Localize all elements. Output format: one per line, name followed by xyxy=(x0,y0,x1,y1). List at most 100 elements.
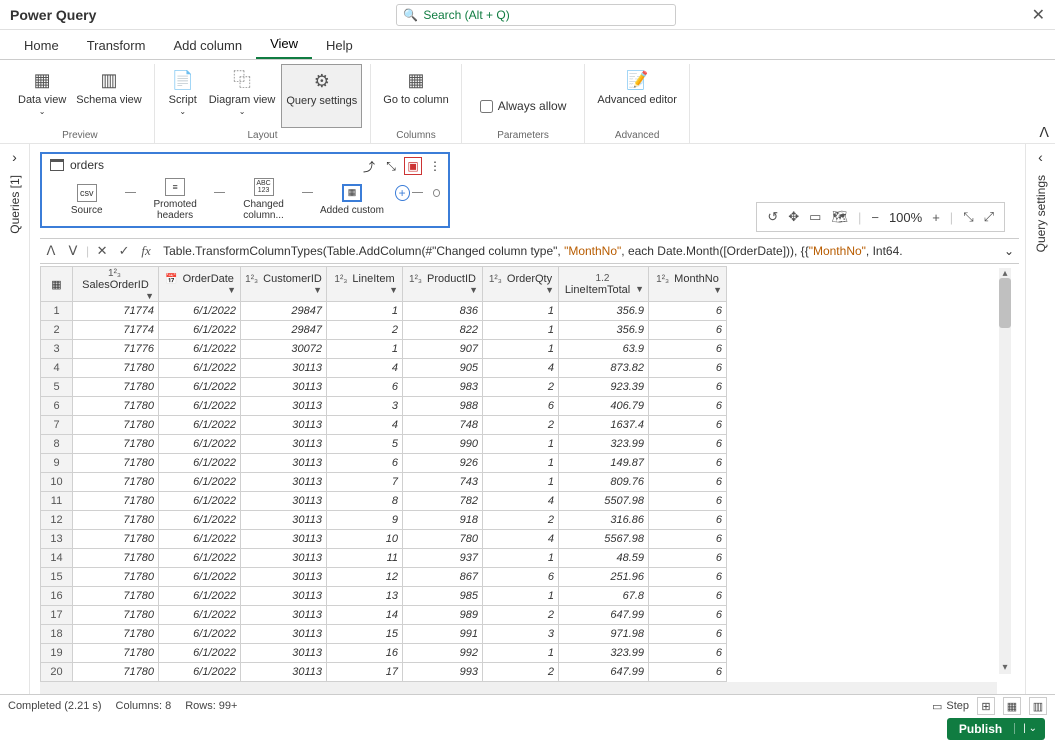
step-source[interactable]: csv Source xyxy=(50,184,123,216)
publish-dropdown-icon[interactable]: | ⌄ xyxy=(1014,723,1045,734)
cell[interactable]: 71774 xyxy=(73,321,159,340)
cell[interactable]: 6 xyxy=(649,397,727,416)
cell[interactable]: 6 xyxy=(649,511,727,530)
cell[interactable]: 6 xyxy=(649,416,727,435)
cell[interactable]: 983 xyxy=(403,378,483,397)
cell[interactable]: 71780 xyxy=(73,454,159,473)
cell[interactable]: 30113 xyxy=(241,530,327,549)
cell[interactable]: 316.86 xyxy=(559,511,649,530)
row-number[interactable]: 19 xyxy=(41,644,73,663)
cell[interactable]: 6 xyxy=(649,378,727,397)
table-row[interactable]: 19717806/1/202230113169921323.996 xyxy=(41,644,727,663)
cell[interactable]: 4 xyxy=(483,492,559,511)
filter-dropdown-icon[interactable]: ▼ xyxy=(145,291,154,301)
cell[interactable]: 6 xyxy=(649,359,727,378)
tab-help[interactable]: Help xyxy=(312,32,367,59)
cell[interactable]: 6/1/2022 xyxy=(159,511,241,530)
cell[interactable]: 988 xyxy=(403,397,483,416)
cell[interactable]: 6/1/2022 xyxy=(159,606,241,625)
zoom-out-button[interactable]: − xyxy=(871,210,879,225)
search-box[interactable]: 🔍 Search (Alt + Q) xyxy=(396,4,676,26)
cell[interactable]: 8 xyxy=(327,492,403,511)
schema-view-button[interactable]: ▥ Schema view xyxy=(72,64,145,128)
column-header-LineItem[interactable]: 1²₃ LineItem▼ xyxy=(327,267,403,302)
table-row[interactable]: 18717806/1/202230113159913971.986 xyxy=(41,625,727,644)
cell[interactable]: 780 xyxy=(403,530,483,549)
close-icon[interactable]: ✕ xyxy=(1032,5,1045,25)
cell[interactable]: 992 xyxy=(403,644,483,663)
always-allow-checkbox[interactable]: Always allow xyxy=(470,64,577,128)
cell[interactable]: 71780 xyxy=(73,397,159,416)
goto-column-button[interactable]: ▦ Go to column xyxy=(379,64,452,128)
column-header-OrderQty[interactable]: 1²₃ OrderQty▼ xyxy=(483,267,559,302)
cell[interactable]: 6 xyxy=(649,606,727,625)
cell[interactable]: 4 xyxy=(327,359,403,378)
collapse-icon[interactable]: ⤡ xyxy=(382,157,400,175)
add-step-button[interactable]: + xyxy=(395,185,410,201)
cell[interactable]: 71780 xyxy=(73,416,159,435)
row-number[interactable]: 13 xyxy=(41,530,73,549)
cell[interactable]: 71776 xyxy=(73,340,159,359)
data-grid[interactable]: ▦1²₃ SalesOrderID▼📅 OrderDate▼1²₃ Custom… xyxy=(40,266,727,682)
map-icon[interactable]: 🗺 xyxy=(831,209,848,225)
step-added-custom[interactable]: ▦ Added custom xyxy=(315,184,388,216)
table-row[interactable]: 15717806/1/202230113128676251.966 xyxy=(41,568,727,587)
cell[interactable]: 6/1/2022 xyxy=(159,492,241,511)
step-promoted-headers[interactable]: ≡ Promoted headers xyxy=(138,178,211,221)
cell[interactable]: 743 xyxy=(403,473,483,492)
cell[interactable]: 923.39 xyxy=(559,378,649,397)
column-header-MonthNo[interactable]: 1²₃ MonthNo▼ xyxy=(649,267,727,302)
cell[interactable]: 836 xyxy=(403,302,483,321)
cell[interactable]: 6/1/2022 xyxy=(159,435,241,454)
cell[interactable]: 6/1/2022 xyxy=(159,416,241,435)
reset-icon[interactable]: ↺ xyxy=(767,209,778,225)
column-header-SalesOrderID[interactable]: 1²₃ SalesOrderID▼ xyxy=(73,267,159,302)
cell[interactable]: 10 xyxy=(327,530,403,549)
cell[interactable]: 6 xyxy=(327,454,403,473)
cell[interactable]: 67.8 xyxy=(559,587,649,606)
next-step-icon[interactable]: ᐯ xyxy=(62,243,84,259)
cell[interactable]: 989 xyxy=(403,606,483,625)
cell[interactable]: 30113 xyxy=(241,549,327,568)
query-settings-button[interactable]: ⚙ Query settings xyxy=(281,64,362,128)
layout-icon-3[interactable]: ▥ xyxy=(1029,697,1047,715)
cell[interactable]: 926 xyxy=(403,454,483,473)
cell[interactable]: 30113 xyxy=(241,492,327,511)
accept-icon[interactable]: ✓ xyxy=(113,243,135,259)
cell[interactable]: 1 xyxy=(483,302,559,321)
cell[interactable]: 867 xyxy=(403,568,483,587)
cell[interactable]: 1 xyxy=(483,549,559,568)
row-number[interactable]: 17 xyxy=(41,606,73,625)
scroll-thumb[interactable] xyxy=(999,278,1011,328)
step-changed-column[interactable]: ABC123 Changed column... xyxy=(227,178,300,221)
cell[interactable]: 971.98 xyxy=(559,625,649,644)
cell[interactable]: 2 xyxy=(483,416,559,435)
cell[interactable]: 6 xyxy=(649,625,727,644)
cell[interactable]: 873.82 xyxy=(559,359,649,378)
cell[interactable]: 6 xyxy=(649,435,727,454)
cell[interactable]: 782 xyxy=(403,492,483,511)
cell[interactable]: 5 xyxy=(327,435,403,454)
cell[interactable]: 30113 xyxy=(241,416,327,435)
cell[interactable]: 9 xyxy=(327,511,403,530)
cell[interactable]: 6 xyxy=(649,644,727,663)
prev-step-icon[interactable]: ᐱ xyxy=(40,243,62,259)
row-number[interactable]: 10 xyxy=(41,473,73,492)
cell[interactable]: 1637.4 xyxy=(559,416,649,435)
row-number[interactable]: 18 xyxy=(41,625,73,644)
cell[interactable]: 48.59 xyxy=(559,549,649,568)
step-icon[interactable]: ▭ Step xyxy=(932,700,969,713)
cell[interactable]: 993 xyxy=(403,663,483,682)
cell[interactable]: 251.96 xyxy=(559,568,649,587)
cell[interactable]: 71780 xyxy=(73,492,159,511)
cell[interactable]: 1 xyxy=(483,321,559,340)
scroll-down-icon[interactable]: ▾ xyxy=(999,662,1011,674)
row-number[interactable]: 4 xyxy=(41,359,73,378)
cell[interactable]: 1 xyxy=(483,644,559,663)
row-number[interactable]: 5 xyxy=(41,378,73,397)
cell[interactable]: 1 xyxy=(327,340,403,359)
query-settings-panel-collapsed[interactable]: ‹ Query settings xyxy=(1025,144,1055,694)
cell[interactable]: 918 xyxy=(403,511,483,530)
cell[interactable]: 6 xyxy=(483,568,559,587)
cell[interactable]: 17 xyxy=(327,663,403,682)
